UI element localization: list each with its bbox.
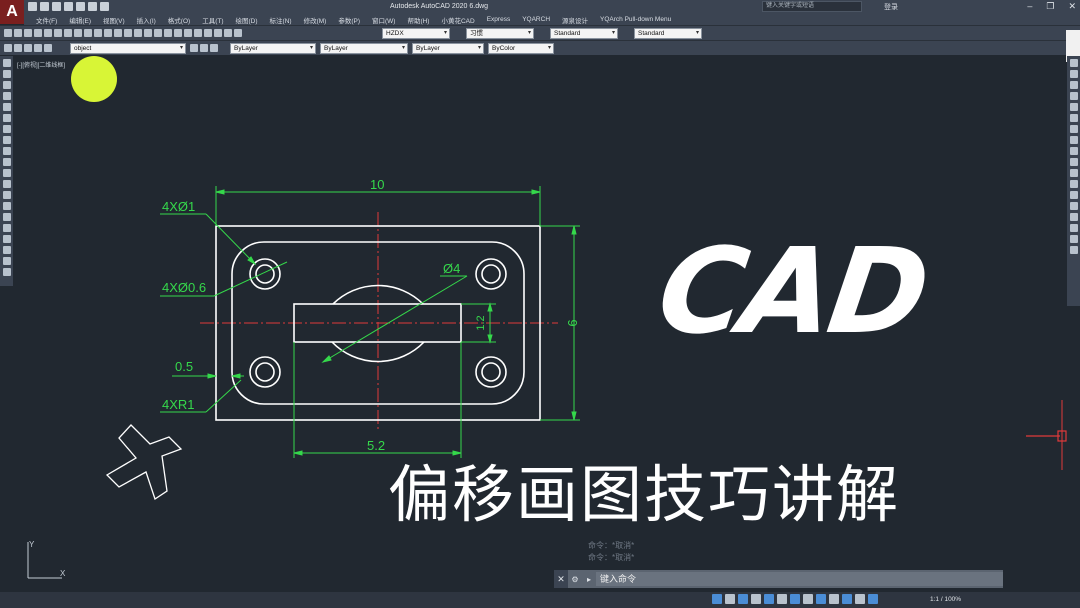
workspace-icon[interactable] bbox=[855, 594, 865, 604]
annotation-scale-icon[interactable] bbox=[842, 594, 852, 604]
dim-hole-large: 4XØ1 bbox=[162, 199, 195, 214]
command-history-line: 命令：*取消* bbox=[588, 541, 635, 550]
ucs-x-label: X bbox=[60, 569, 66, 578]
snap-icon[interactable] bbox=[725, 594, 735, 604]
ucs-icon: Y X bbox=[27, 540, 66, 579]
osnap-icon[interactable] bbox=[764, 594, 774, 604]
command-input[interactable] bbox=[596, 572, 1003, 586]
cad-logo-text: CAD bbox=[650, 222, 934, 360]
annotation-scale-readout[interactable]: 1:1 / 100% bbox=[930, 596, 961, 603]
selection-cycling-icon[interactable] bbox=[816, 594, 826, 604]
corner-hole-outer bbox=[249, 356, 281, 388]
status-toggles bbox=[712, 594, 878, 604]
ortho-icon[interactable] bbox=[738, 594, 748, 604]
dim-corner-radius: 4XR1 bbox=[162, 397, 195, 412]
command-history-line: 命令：*取消* bbox=[588, 553, 635, 562]
dim-offset: 0.5 bbox=[175, 359, 193, 374]
cursor-highlight bbox=[71, 56, 117, 102]
corner-hole-inner bbox=[481, 264, 501, 284]
polar-icon[interactable] bbox=[751, 594, 761, 604]
dim-top-width: 10 bbox=[370, 177, 384, 192]
corner-hole-inner bbox=[255, 264, 275, 284]
recent-commands-icon[interactable]: ▸ bbox=[582, 575, 596, 584]
dim-slot-height: 1.2 bbox=[475, 315, 487, 330]
corner-hole-outer bbox=[475, 356, 507, 388]
dim-height: 6 bbox=[565, 319, 580, 326]
decorative-cross-icon bbox=[105, 424, 183, 501]
dim-slot-width: 5.2 bbox=[367, 438, 385, 453]
close-icon[interactable]: ✕ bbox=[554, 570, 568, 588]
grid-icon[interactable] bbox=[712, 594, 722, 604]
corner-hole-outer bbox=[475, 258, 507, 290]
corner-hole-inner bbox=[481, 362, 501, 382]
lineweight-icon[interactable] bbox=[790, 594, 800, 604]
customize-wrench-icon[interactable]: ⚙ bbox=[568, 575, 582, 584]
autocad-app-button[interactable]: A bbox=[0, 0, 24, 24]
dim-hole-small: 4XØ0.6 bbox=[162, 280, 206, 295]
dim-circle-dia: Ø4 bbox=[443, 261, 460, 276]
dimension-texts: 10 6 4XØ1 4XØ0.6 Ø4 1.2 0.5 4XR1 5.2 bbox=[162, 177, 580, 453]
annotation-icon[interactable] bbox=[829, 594, 839, 604]
command-line: ✕ ⚙ ▸ bbox=[554, 570, 1003, 588]
isolate-icon[interactable] bbox=[868, 594, 878, 604]
autocad-window: A Autodesk AutoCAD 2020 6.dwg 键入关键字或短语 登… bbox=[0, 0, 1080, 608]
status-bar: 1:1 / 100% bbox=[0, 592, 1080, 608]
corner-hole-inner bbox=[255, 362, 275, 382]
command-history: 命令：*取消* 命令：*取消* bbox=[588, 540, 634, 564]
otrack-icon[interactable] bbox=[777, 594, 787, 604]
transparency-icon[interactable] bbox=[803, 594, 813, 604]
ucs-y-label: Y bbox=[29, 540, 35, 549]
video-subtitle: 偏移画图技巧讲解 bbox=[388, 458, 901, 531]
